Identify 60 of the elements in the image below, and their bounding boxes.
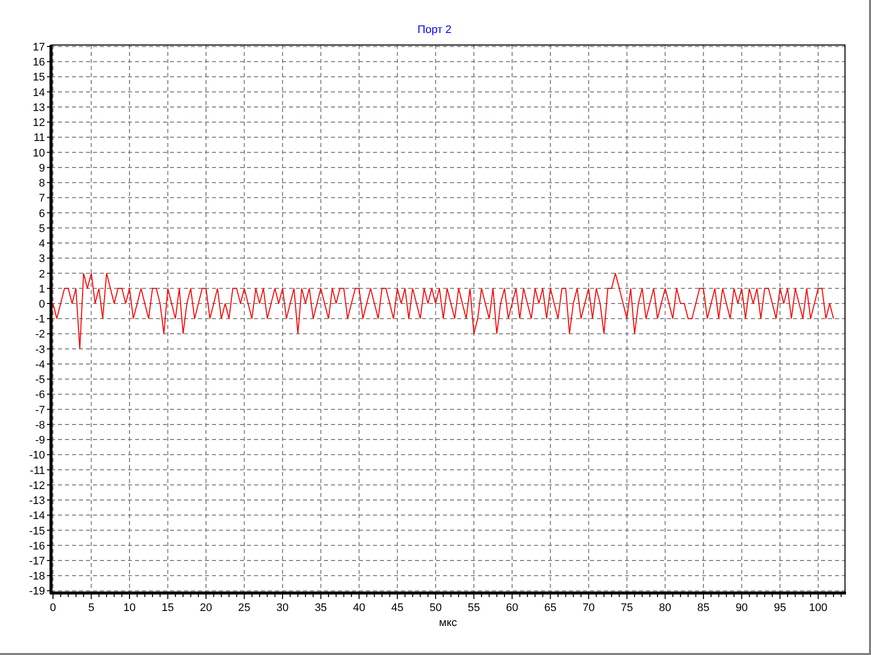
y-tick-label: 17	[32, 42, 45, 54]
y-tick-label: 13	[32, 102, 45, 114]
x-tick-label: 50	[429, 602, 442, 614]
y-tick-label: 15	[32, 72, 45, 84]
x-tick-label: 35	[314, 602, 327, 614]
x-tick-label: 80	[659, 602, 672, 614]
y-tick-label: -14	[29, 510, 45, 522]
y-tick-label: 8	[38, 178, 45, 190]
x-tick-label: 60	[506, 602, 518, 614]
x-tick-label: 90	[736, 602, 748, 614]
chart-title: Порт 2	[417, 25, 452, 36]
x-tick-label: 70	[582, 602, 595, 614]
y-tick-label: -17	[29, 556, 45, 568]
x-tick-label: 65	[544, 602, 556, 614]
y-tick-label: 2	[38, 268, 45, 280]
x-tick-label: 15	[162, 602, 174, 614]
y-tick-label: -5	[35, 374, 45, 386]
y-tick-label: -1	[35, 314, 45, 326]
x-tick-label: 30	[276, 602, 289, 614]
y-tick-label: -16	[29, 540, 45, 552]
y-tick-label: 12	[32, 117, 45, 130]
y-tick-label: 5	[38, 222, 45, 235]
y-tick-label: 10	[32, 147, 45, 160]
y-tick-label: 7	[38, 192, 45, 205]
y-tick-label: 11	[34, 132, 45, 144]
y-tick-label: 3	[38, 253, 45, 266]
x-tick-label: 45	[391, 602, 404, 614]
x-tick-label: 5	[88, 602, 94, 614]
x-tick-label: 10	[123, 602, 136, 614]
x-tick-label: 0	[50, 602, 56, 614]
x-tick-label: 95	[774, 602, 786, 614]
y-tick-label: -10	[29, 450, 45, 462]
y-tick-label: -7	[35, 404, 45, 416]
x-tick-label: 75	[620, 602, 634, 614]
y-tick-label: 14	[32, 86, 45, 99]
x-tick-label: 25	[238, 602, 250, 614]
y-tick-label: -4	[35, 358, 45, 371]
x-tick-label: 20	[200, 602, 212, 614]
y-tick-label: -6	[35, 389, 45, 402]
y-tick-label: -13	[29, 495, 45, 508]
y-tick-label: 6	[38, 208, 45, 220]
x-tick-label: 85	[697, 602, 710, 614]
y-tick-label: 16	[32, 56, 45, 69]
y-tick-label: -8	[35, 419, 45, 432]
y-tick-label: -3	[35, 344, 45, 356]
y-tick-label: -19	[29, 586, 45, 598]
y-tick-label: 1	[38, 283, 45, 296]
x-tick-label: 55	[468, 602, 480, 614]
x-tick-label: 100	[809, 602, 828, 614]
y-tick-label: 9	[38, 162, 45, 174]
x-tick-label: 40	[352, 602, 366, 614]
y-tick-label: -9	[35, 434, 45, 447]
y-tick-label: 4	[38, 238, 45, 250]
y-tick-label: -2	[35, 328, 45, 341]
x-axis-label: мкс	[439, 617, 457, 629]
y-tick-label: -12	[29, 480, 45, 492]
y-tick-label: -11	[30, 464, 45, 477]
y-tick-label: -18	[29, 570, 45, 583]
y-tick-label: 0	[38, 298, 45, 310]
y-tick-label: -15	[29, 525, 45, 538]
